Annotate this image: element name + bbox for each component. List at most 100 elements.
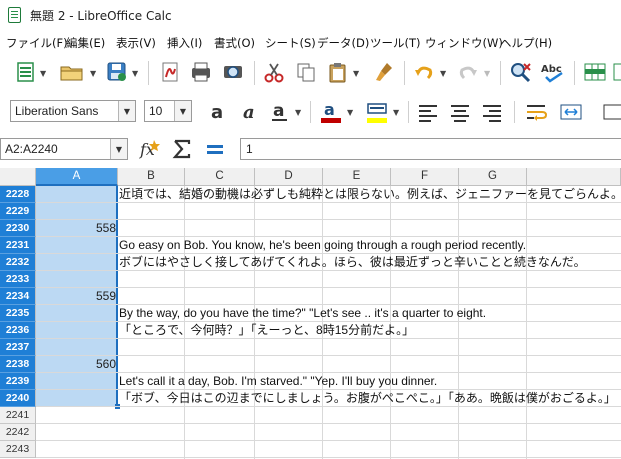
row-header[interactable]: 2228	[0, 186, 36, 203]
cell-b[interactable]: 「ボブ、今日はこの辺までにしましょう。お腹がぺこぺこ。」「ああ。晩飯は僕がおごる…	[119, 390, 616, 407]
row-header[interactable]: 2242	[0, 424, 36, 441]
row-header[interactable]: 2237	[0, 339, 36, 356]
new-dropdown-arrow[interactable]: ▼	[40, 69, 46, 78]
column-header-b[interactable]: B	[118, 168, 185, 186]
menu-data[interactable]: データ(D)	[317, 35, 369, 51]
redo-dropdown-arrow[interactable]: ▼	[484, 69, 490, 78]
paste-button[interactable]	[326, 60, 350, 84]
menu-sheet[interactable]: シート(S)	[265, 35, 316, 51]
cell-b[interactable]: Let's call it a day, Bob. I'm starved." …	[119, 373, 437, 390]
row-header[interactable]: 2230	[0, 220, 36, 237]
align-center-button[interactable]	[448, 99, 472, 125]
formula-button[interactable]	[203, 137, 227, 161]
undo-dropdown-arrow[interactable]: ▼	[440, 69, 446, 78]
row-button[interactable]	[582, 60, 608, 84]
row-header[interactable]: 2240	[0, 390, 36, 407]
menu-edit[interactable]: 編集(E)	[66, 35, 105, 51]
row-header[interactable]: 2239	[0, 373, 36, 390]
menu-help[interactable]: ヘルプ(H)	[500, 35, 552, 51]
cell-b[interactable]: 近頃では、結婚の動機は必ずしも純粋とは限らない。例えば、ジェニファーを見てごらん…	[119, 186, 621, 203]
align-top-button[interactable]	[600, 99, 621, 125]
column-header-a[interactable]: A	[36, 168, 118, 186]
cell-a[interactable]	[36, 441, 116, 458]
spreadsheet-grid[interactable]: A B C D E F G 2228 近頃では、結婚の動機は必ずしも純粋とは限らな…	[0, 168, 621, 459]
column-header-f[interactable]: F	[391, 168, 459, 186]
cell-a[interactable]: 560	[36, 356, 116, 373]
cell-a[interactable]: 558	[36, 220, 116, 237]
row-header[interactable]: 2243	[0, 441, 36, 458]
highlight-dropdown-arrow[interactable]: ▼	[393, 108, 399, 117]
font-name-combobox[interactable]: Liberation Sans ▼	[10, 100, 136, 122]
save-dropdown-arrow[interactable]: ▼	[132, 69, 138, 78]
column-header-h[interactable]	[527, 168, 621, 186]
undo-button[interactable]	[412, 60, 436, 84]
open-dropdown-arrow[interactable]: ▼	[90, 69, 96, 78]
column-header-d[interactable]: D	[255, 168, 323, 186]
row-header[interactable]: 2231	[0, 237, 36, 254]
row-header[interactable]: 2229	[0, 203, 36, 220]
cell-a[interactable]	[36, 186, 116, 203]
clone-formatting-button[interactable]	[372, 60, 396, 84]
formula-input[interactable]: 1	[240, 138, 621, 160]
cell-b[interactable]: Go easy on Bob. You know, he's been goin…	[119, 237, 526, 254]
underline-button[interactable]: a	[268, 99, 292, 125]
menu-file[interactable]: ファイル(F)	[6, 35, 68, 51]
font-color-dropdown-arrow[interactable]: ▼	[347, 108, 353, 117]
cell-a[interactable]	[36, 322, 116, 339]
cell-a[interactable]	[36, 254, 116, 271]
sum-button[interactable]	[170, 137, 194, 161]
copy-button[interactable]	[294, 60, 318, 84]
font-name-dropdown-arrow[interactable]: ▼	[118, 101, 135, 121]
export-pdf-button[interactable]	[158, 60, 182, 84]
cell-a[interactable]: 559	[36, 288, 116, 305]
new-spreadsheet-button[interactable]	[14, 60, 38, 84]
cell-a[interactable]	[36, 237, 116, 254]
cell-b[interactable]: ボブにはやさしく接してあげてくれよ。ほら、彼は最近ずっと辛いことと続きなんだ。	[119, 254, 586, 271]
name-box[interactable]: A2:A2240 ▼	[0, 138, 128, 160]
column-header-g[interactable]: G	[459, 168, 527, 186]
merge-center-button[interactable]	[558, 99, 584, 125]
row-header[interactable]: 2238	[0, 356, 36, 373]
save-button[interactable]	[104, 60, 130, 84]
menu-tools[interactable]: ツール(T)	[370, 35, 421, 51]
cell-a[interactable]	[36, 203, 116, 220]
menu-insert[interactable]: 挿入(I)	[167, 35, 202, 51]
find-replace-button[interactable]	[508, 60, 534, 84]
paste-dropdown-arrow[interactable]: ▼	[353, 69, 359, 78]
column-header-c[interactable]: C	[185, 168, 255, 186]
cell-a[interactable]	[36, 407, 116, 424]
cell-a[interactable]	[36, 373, 116, 390]
cell-a[interactable]	[36, 339, 116, 356]
bold-button[interactable]: a	[206, 99, 230, 125]
function-wizard-button[interactable]: fx	[138, 137, 162, 161]
cut-button[interactable]	[262, 60, 286, 84]
row-header[interactable]: 2241	[0, 407, 36, 424]
select-all-corner[interactable]	[0, 168, 36, 186]
spelling-button[interactable]: Abc	[540, 60, 568, 84]
cell-a[interactable]	[36, 305, 116, 322]
font-size-combobox[interactable]: 10 ▼	[144, 100, 192, 122]
row-header[interactable]: 2234	[0, 288, 36, 305]
cell-b[interactable]: By the way, do you have the time?" "Let'…	[119, 305, 486, 322]
align-left-button[interactable]	[416, 99, 440, 125]
align-right-button[interactable]	[480, 99, 504, 125]
redo-button[interactable]	[456, 60, 480, 84]
menu-view[interactable]: 表示(V)	[116, 35, 156, 51]
underline-dropdown-arrow[interactable]: ▼	[295, 108, 301, 117]
highlight-color-button[interactable]	[364, 99, 390, 125]
print-preview-button[interactable]	[220, 60, 246, 84]
column-header-e[interactable]: E	[323, 168, 391, 186]
wrap-text-button[interactable]	[524, 99, 550, 125]
row-header[interactable]: 2236	[0, 322, 36, 339]
menu-format[interactable]: 書式(O)	[214, 35, 255, 51]
name-box-dropdown-arrow[interactable]: ▼	[110, 139, 127, 159]
cell-a[interactable]	[36, 271, 116, 288]
cell-a[interactable]	[36, 390, 116, 407]
row-header[interactable]: 2233	[0, 271, 36, 288]
cell-b[interactable]: 「ところで、今何時？」「えーっと、8時15分前だよ。」	[119, 322, 414, 339]
italic-button[interactable]: a	[238, 99, 262, 125]
font-color-button[interactable]: a	[318, 99, 344, 125]
cell-a[interactable]	[36, 424, 116, 441]
open-button[interactable]	[58, 60, 86, 84]
column-button[interactable]	[612, 60, 621, 84]
